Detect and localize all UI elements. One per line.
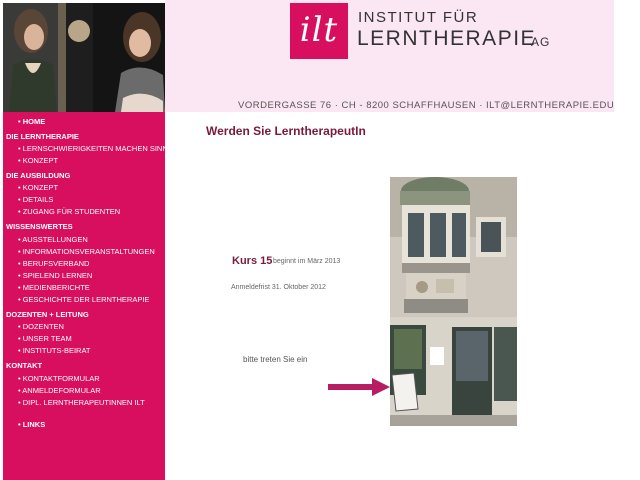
nav-kontaktformular[interactable]: KONTAKTFORMULAR [18, 374, 100, 383]
logo-text: ilt [299, 10, 339, 50]
course-start: beginnt im März 2013 [273, 258, 341, 265]
nav-ausbildung-konzept[interactable]: KONZEPT [18, 183, 58, 192]
nav-section-wissenswertes: WISSENSWERTES [6, 222, 73, 231]
nav-informationsveranstaltungen[interactable]: INFORMATIONSVERANSTALTUNGEN [18, 247, 155, 256]
brand-line-2: LERNTHERAPIE [357, 27, 537, 50]
brand-suffix: AG [531, 35, 551, 49]
sidebar: HOME DIE LERNTHERAPIE LERNSCHWIERIGKEITE… [3, 112, 168, 480]
registration-deadline: Anmeldefrist 31. Oktober 2012 [231, 284, 326, 291]
hero-photo [3, 3, 165, 112]
nav-home[interactable]: HOME [18, 117, 46, 126]
page-title: Werden Sie LerntherapeutIn [206, 124, 366, 138]
nav-spielend-lernen[interactable]: SPIELEND LERNEN [18, 271, 93, 280]
nav-section-lerntherapie: DIE LERNTHERAPIE [6, 132, 79, 141]
logo[interactable]: ilt [290, 3, 348, 59]
page: ilt INSTITUT FÜR LERNTHERAPIE AG VORDERG… [0, 0, 640, 480]
building-photo[interactable] [390, 177, 517, 426]
nav-berufsverband[interactable]: BERUFSVERBAND [18, 259, 90, 268]
nav-anmeldeformular[interactable]: ANMELDEFORMULAR [18, 386, 100, 395]
nav-unser-team[interactable]: UNSER TEAM [18, 334, 72, 343]
nav-geschichte[interactable]: GESCHICHTE DER LERNTHERAPIE [18, 295, 150, 304]
nav-dipl-lerntherapeutinnen[interactable]: DIPL. LERNTHERAPEUTINNEN ILT [18, 398, 145, 407]
nav-instituts-beirat[interactable]: INSTITUTS-BEIRAT [18, 346, 91, 355]
nav-dozenten[interactable]: DOZENTEN [18, 322, 64, 331]
address-line: VORDERGASSE 76 · CH - 8200 SCHAFFHAUSEN … [238, 100, 615, 111]
nav-zugang-studenten[interactable]: ZUGANG FÜR STUDENTEN [18, 207, 121, 216]
nav-links[interactable]: LINKS [18, 420, 46, 429]
nav-section-dozenten: DOZENTEN + LEITUNG [6, 310, 89, 319]
arrow-right-icon [328, 378, 390, 396]
nav-section-ausbildung: DIE AUSBILDUNG [6, 171, 71, 180]
nav-details[interactable]: DETAILS [18, 195, 54, 204]
nav-lerntherapie-konzept[interactable]: KONZEPT [18, 156, 58, 165]
nav-section-kontakt: KONTAKT [6, 361, 43, 370]
enter-invitation-text: bitte treten Sie ein [243, 355, 308, 364]
nav-medienberichte[interactable]: MEDIENBERICHTE [18, 283, 90, 292]
course-name: Kurs 15 [232, 255, 273, 267]
nav-ausstellungen[interactable]: AUSSTELLUNGEN [18, 235, 87, 244]
brand-line-1: INSTITUT FÜR [358, 9, 479, 26]
nav-lernschwierigkeiten[interactable]: LERNSCHWIERIGKEITEN MACHEN SINN [18, 144, 168, 153]
